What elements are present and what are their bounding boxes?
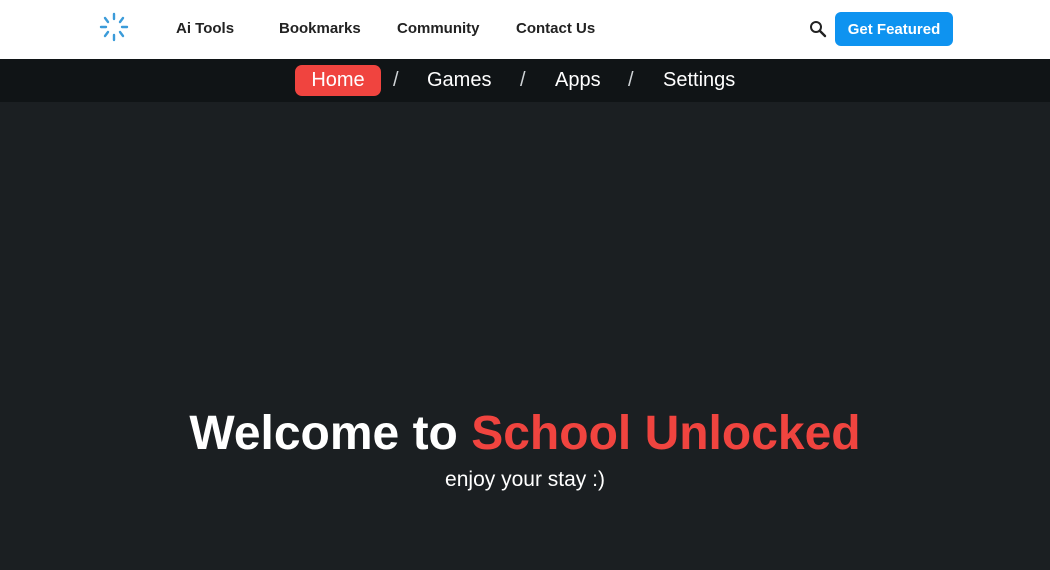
subnav-separator: / bbox=[628, 69, 634, 91]
sub-navbar: Home / Games / Apps / Settings bbox=[0, 59, 1050, 102]
hero-title: Welcome to School Unlocked bbox=[0, 404, 1050, 464]
nav-link-contact-us[interactable]: Contact Us bbox=[516, 20, 595, 37]
hero-title-highlight: School Unlocked bbox=[471, 407, 861, 460]
search-icon[interactable] bbox=[808, 19, 828, 39]
get-featured-button[interactable]: Get Featured bbox=[835, 12, 953, 46]
subnav-separator: / bbox=[393, 69, 399, 91]
hero-section: Welcome to School Unlocked enjoy your st… bbox=[0, 404, 1050, 494]
top-navbar: Ai Tools Bookmarks Community Contact Us … bbox=[0, 0, 1050, 59]
spinner-logo-icon[interactable] bbox=[96, 11, 132, 43]
subnav-item-home[interactable]: Home bbox=[295, 65, 381, 96]
nav-link-bookmarks[interactable]: Bookmarks bbox=[279, 20, 361, 37]
subnav-item-games[interactable]: Games bbox=[427, 69, 491, 92]
subnav-item-settings[interactable]: Settings bbox=[663, 69, 735, 92]
subnav-item-apps[interactable]: Apps bbox=[555, 69, 601, 92]
nav-link-community[interactable]: Community bbox=[397, 20, 480, 37]
hero-subtitle: enjoy your stay :) bbox=[445, 468, 605, 491]
hero-title-prefix: Welcome to bbox=[189, 407, 472, 460]
subnav-separator: / bbox=[520, 69, 526, 91]
nav-link-ai-tools[interactable]: Ai Tools bbox=[176, 20, 234, 37]
